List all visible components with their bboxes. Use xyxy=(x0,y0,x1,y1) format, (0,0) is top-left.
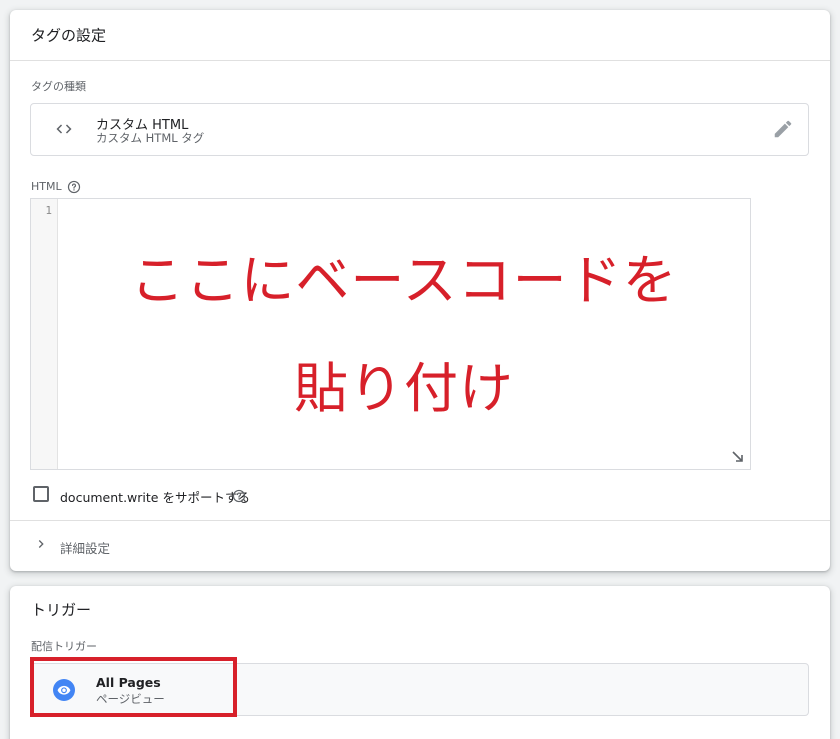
html-code-editor[interactable]: 1 ここにベースコードを 貼り付け xyxy=(30,198,751,470)
pencil-icon[interactable] xyxy=(772,118,794,140)
help-icon[interactable] xyxy=(67,180,81,194)
tag-type-label: タグの種類 xyxy=(31,80,86,93)
title-divider xyxy=(10,60,830,61)
chevron-right-icon xyxy=(38,540,44,548)
document-write-checkbox[interactable] xyxy=(33,486,49,502)
document-write-label: document.write をサポートする xyxy=(60,490,250,505)
firing-triggers-label: 配信トリガー xyxy=(31,640,97,653)
trigger-title: トリガー xyxy=(31,601,92,619)
html-label: HTML xyxy=(31,180,62,193)
advanced-settings-toggle[interactable]: 詳細設定 xyxy=(10,520,830,570)
tag-configuration-card: タグの設定 タグの種類 カスタム HTML カスタム HTML タグ HTML … xyxy=(10,10,830,571)
annotation-highlight-box xyxy=(30,657,237,717)
line-number: 1 xyxy=(45,204,52,217)
editor-gutter: 1 xyxy=(31,199,58,469)
tag-config-title: タグの設定 xyxy=(31,26,107,45)
triggering-card: トリガー 配信トリガー All Pages ページビュー xyxy=(10,586,830,739)
advanced-settings-label: 詳細設定 xyxy=(60,541,111,556)
annotation-text-line1: ここにベースコードを xyxy=(130,249,678,312)
tag-type-selector[interactable]: カスタム HTML カスタム HTML タグ xyxy=(30,103,809,156)
tag-type-subtitle: カスタム HTML タグ xyxy=(96,131,205,145)
code-icon xyxy=(56,124,72,134)
annotation-text-line2: 貼り付け xyxy=(294,357,514,420)
resize-handle-icon[interactable] xyxy=(731,450,745,464)
help-icon[interactable] xyxy=(232,489,246,503)
